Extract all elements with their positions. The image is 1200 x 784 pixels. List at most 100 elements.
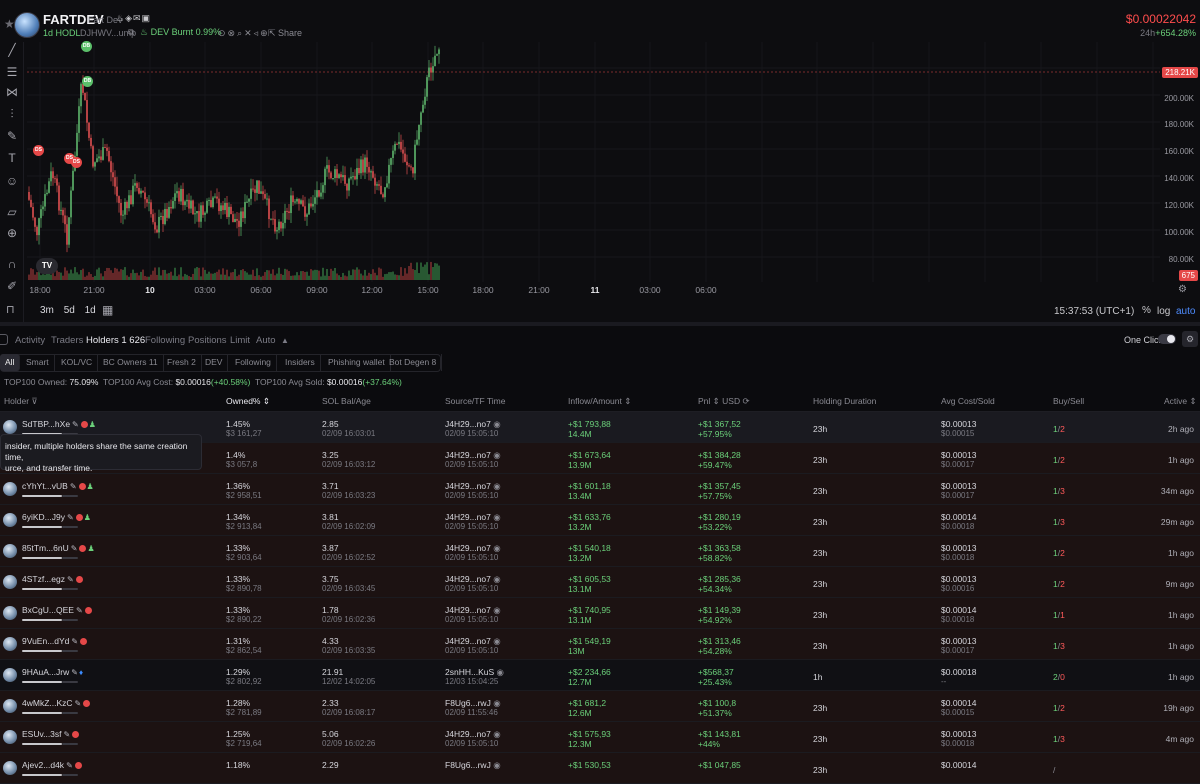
fib-icon[interactable]: ⫶ [4, 106, 20, 122]
edit-icon[interactable]: ✎ [64, 730, 71, 739]
tab-positions[interactable]: Positions [188, 335, 227, 346]
trade-marker[interactable]: DB [82, 76, 93, 87]
filter-chip[interactable]: BC Owners 11 [98, 354, 164, 371]
col-buy-sell[interactable]: Buy/Sell [1053, 396, 1084, 406]
log-toggle[interactable]: log [1157, 306, 1170, 317]
table-row[interactable]: 85tTm...6nU ✎ ♟ 1.33% $2 903,64 3.87 02/09 16:… [0, 536, 1200, 567]
holder-cell[interactable]: 9VuEn...dYd ✎ [22, 636, 88, 646]
holder-cell[interactable]: BxCgU...QEE ✎ [22, 605, 92, 615]
chart-settings-icon[interactable]: ⚙ [1178, 284, 1187, 295]
timeframe-5d[interactable]: 5d [64, 305, 75, 316]
zoom-icon[interactable]: ⊕ [4, 225, 20, 241]
tab-auto[interactable]: Auto [256, 335, 276, 346]
chart-clock[interactable]: 15:37:53 (UTC+1) [1054, 306, 1134, 317]
holder-address[interactable]: 9VuEn...dYd [22, 636, 69, 646]
tab-following[interactable]: Following [145, 335, 185, 346]
ruler-icon[interactable]: ▱ [4, 204, 20, 220]
timeframe-3m[interactable]: 3m [40, 305, 54, 316]
table-row[interactable]: 6yiKD...J9y ✎ ♟ 1.34% $2 913,84 3.81 02/09 16:… [0, 505, 1200, 536]
holder-address[interactable]: SdTBP...hXe [22, 419, 70, 429]
edit-icon[interactable]: ✎ [75, 699, 82, 708]
one-click-toggle[interactable] [1158, 334, 1176, 344]
filter-chip[interactable]: Following [230, 354, 277, 371]
col-sol-bal[interactable]: SOL Bal/Age [322, 396, 371, 406]
trade-marker[interactable]: DS [71, 157, 82, 168]
holder-cell[interactable]: 85tTm...6nU ✎ ♟ [22, 543, 95, 553]
settings-icon[interactable]: ⚙ [1182, 331, 1198, 347]
trend-line-icon[interactable]: ╱ [4, 42, 20, 58]
col-pnl[interactable]: Pnl ⇕ USD ⟳ [698, 396, 750, 407]
col-active[interactable]: Active ⇕ [1164, 396, 1197, 407]
col-source[interactable]: Source/TF Time [445, 396, 505, 406]
trade-marker[interactable]: DS [33, 145, 44, 156]
social-links-icons[interactable]: ⊙⊗⌕✕◃⊕ [218, 28, 270, 39]
edit-icon[interactable]: ✎ [71, 668, 78, 677]
holder-cell[interactable]: 6yiKD...J9y ✎ ♟ [22, 512, 91, 522]
table-row[interactable]: 4wMkZ...KzC ✎ 1.28% $2 781,89 2.33 02/09 16:0… [0, 691, 1200, 722]
trade-marker[interactable]: DB [81, 41, 92, 52]
holder-address[interactable]: BxCgU...QEE [22, 605, 74, 615]
emoji-icon[interactable]: ☺ [4, 173, 20, 189]
holder-address[interactable]: 6yiKD...J9y [22, 512, 65, 522]
table-row[interactable]: cYhYt...vUB ✎ ♟ 1.36% $2 958,51 3.71 02/09 16:… [0, 474, 1200, 505]
col-inflow[interactable]: Inflow/Amount ⇕ [568, 396, 631, 407]
edit-icon[interactable]: ✎ [67, 513, 74, 522]
edit-icon[interactable]: ✎ [76, 606, 83, 615]
col-holder[interactable]: Holder ⊽ [4, 396, 38, 407]
holder-address[interactable]: 4STzf...egz [22, 574, 65, 584]
filter-chip[interactable]: DEV [200, 354, 229, 371]
channel-icon[interactable]: ☰ [4, 64, 20, 80]
tab-traders[interactable]: Traders [51, 335, 83, 346]
percent-toggle[interactable]: % [1142, 305, 1151, 316]
holder-cell[interactable]: cYhYt...vUB ✎ ♟ [22, 481, 94, 491]
table-row[interactable]: 9VuEn...dYd ✎ 1.31% $2 862,54 4.33 02/09 16:0… [0, 629, 1200, 660]
text-icon[interactable]: T [4, 150, 20, 166]
col-avg-cost[interactable]: Avg Cost/Sold [941, 396, 995, 406]
holder-cell[interactable]: 4wMkZ...KzC ✎ [22, 698, 91, 708]
filter-chip[interactable]: Insiders [280, 354, 321, 371]
holder-cell[interactable]: ESUv...3sf ✎ [22, 729, 80, 739]
magnet-icon[interactable]: ∩ [4, 256, 20, 272]
holder-cell[interactable]: 4STzf...egz ✎ [22, 574, 83, 584]
collapse-icon[interactable]: ▲ [281, 336, 289, 345]
tab-activity[interactable]: Activity [15, 335, 45, 346]
edit-icon[interactable]: ✎ [71, 637, 78, 646]
table-row[interactable]: 9HAuA...Jrw ✎♦ 1.29% $2 802,92 21.91 12/02 14… [0, 660, 1200, 691]
filter-chip[interactable]: Smart [21, 354, 55, 371]
holder-address[interactable]: 85tTm...6nU [22, 543, 69, 553]
filter-chip[interactable]: KOL/VC [56, 354, 99, 371]
filter-chip[interactable]: Bot Degen 8 [384, 354, 443, 371]
panel-divider[interactable] [0, 322, 1200, 326]
auto-toggle[interactable]: auto [1176, 306, 1195, 317]
table-row[interactable]: ESUv...3sf ✎ 1.25% $2 719,64 5.06 02/09 16:02… [0, 722, 1200, 753]
edit-icon[interactable]: ✎ [70, 482, 77, 491]
calendar-icon[interactable]: ▦ [102, 303, 113, 317]
tab-holders[interactable]: Holders 1 626 [86, 335, 145, 346]
lock-drawing-icon[interactable]: ✐ [4, 278, 20, 294]
copy-icon[interactable]: ⧉ [128, 27, 134, 38]
filter-chip[interactable]: Fresh 2 [162, 354, 202, 371]
col-owned[interactable]: Owned% ⇕ [226, 396, 270, 407]
table-row[interactable]: BxCgU...QEE ✎ 1.33% $2 890,22 1.78 02/09 16:0… [0, 598, 1200, 629]
timeframe-1d[interactable]: 1d [85, 305, 96, 316]
holder-cell[interactable]: SdTBP...hXe ✎ ♟ [22, 419, 96, 429]
holder-address[interactable]: 9HAuA...Jrw [22, 667, 69, 677]
holder-address[interactable]: cYhYt...vUB [22, 481, 68, 491]
price-plot[interactable] [27, 42, 1160, 282]
lock-icon[interactable]: ⊓ [6, 303, 15, 316]
holder-address[interactable]: ESUv...3sf [22, 729, 62, 739]
pattern-icon[interactable]: ⋈ [4, 84, 20, 100]
source-address[interactable]: F8Ug6...rwJ ◉ [445, 760, 501, 771]
edit-icon[interactable]: ✎ [72, 420, 79, 429]
holder-address[interactable]: 4wMkZ...KzC [22, 698, 73, 708]
brush-icon[interactable]: ✎ [4, 128, 20, 144]
filter-chip[interactable]: Phishing wallet [323, 354, 391, 371]
filter-chip[interactable]: All [0, 354, 21, 371]
holder-cell[interactable]: 9HAuA...Jrw ✎♦ [22, 667, 83, 677]
col-duration[interactable]: Holding Duration [813, 396, 876, 406]
share-button[interactable]: ⇱ Share [268, 28, 302, 39]
edit-icon[interactable]: ✎ [71, 544, 78, 553]
table-row[interactable]: 4STzf...egz ✎ 1.33% $2 890,78 3.75 02/09 16:0… [0, 567, 1200, 598]
tab-limit[interactable]: Limit [230, 335, 250, 346]
edit-icon[interactable]: ✎ [67, 575, 74, 584]
